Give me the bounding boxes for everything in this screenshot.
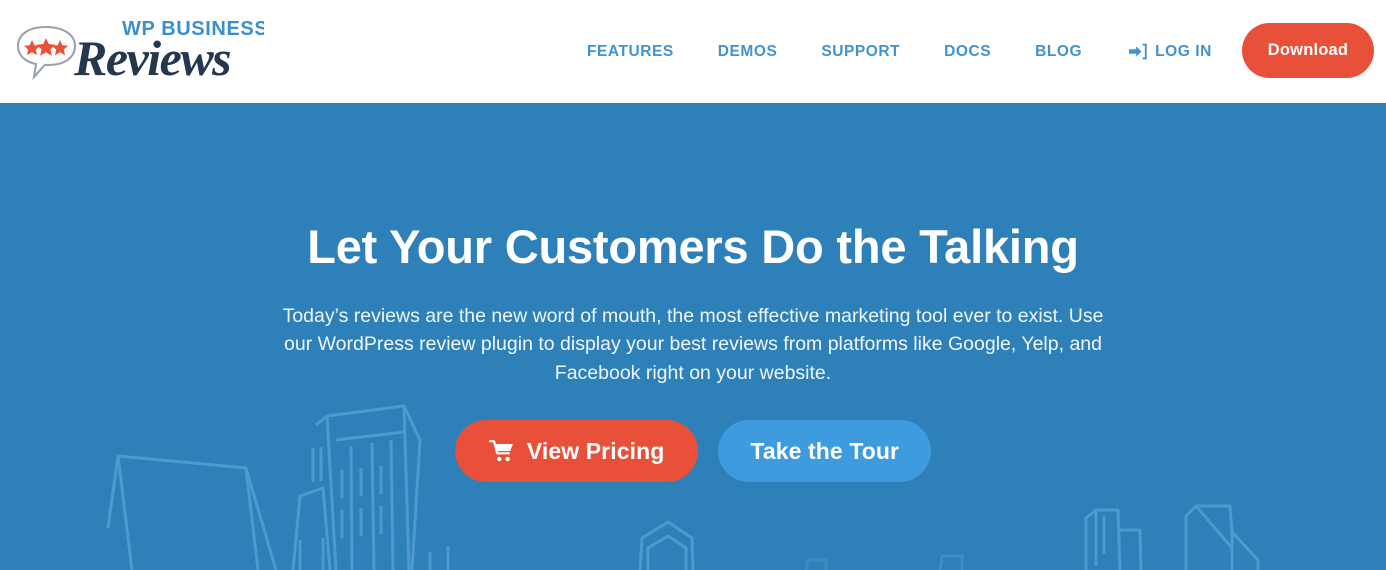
- site-header: WP BUSINESS Reviews FEATURES DEMOS SUPPO…: [0, 0, 1386, 103]
- nav-item-docs[interactable]: DOCS: [922, 44, 1013, 60]
- nav-item-login[interactable]: LOG IN: [1104, 42, 1234, 61]
- nav-item-demos[interactable]: DEMOS: [696, 44, 800, 60]
- nav-item-login-label: LOG IN: [1155, 42, 1212, 60]
- view-pricing-label: View Pricing: [526, 437, 665, 464]
- sign-in-arrow-icon: [1129, 43, 1147, 60]
- hero-cta-group: View Pricing Take the Tour: [0, 420, 1386, 483]
- logo-script-text: Reviews: [73, 30, 230, 86]
- nav-item-support[interactable]: SUPPORT: [799, 44, 922, 60]
- wp-business-reviews-logo-graphic: WP BUSINESS Reviews: [16, 18, 264, 86]
- hero-title: Let Your Customers Do the Talking: [307, 220, 1079, 273]
- speech-bubble-stars-icon: [16, 25, 77, 80]
- nav-item-features[interactable]: FEATURES: [565, 44, 696, 60]
- view-pricing-button[interactable]: View Pricing: [454, 420, 699, 483]
- primary-navigation: FEATURES DEMOS SUPPORT DOCS BLOG LOG IN: [565, 0, 1234, 103]
- hero-content: Let Your Customers Do the Talking Today’…: [0, 103, 1386, 483]
- page-root: WP BUSINESS Reviews FEATURES DEMOS SUPPO…: [0, 0, 1386, 570]
- hero-subtitle: Today’s reviews are the new word of mout…: [278, 302, 1108, 389]
- shopping-cart-icon: [488, 440, 513, 462]
- take-the-tour-button[interactable]: Take the Tour: [718, 420, 932, 483]
- site-logo[interactable]: WP BUSINESS Reviews: [12, 13, 264, 91]
- nav-item-blog[interactable]: BLOG: [1013, 44, 1104, 60]
- hero-subtitle-line-1: Today’s reviews are the new word of mout…: [282, 304, 1064, 327]
- download-button[interactable]: Download: [1242, 23, 1374, 78]
- hero-section: Let Your Customers Do the Talking Today’…: [0, 103, 1386, 570]
